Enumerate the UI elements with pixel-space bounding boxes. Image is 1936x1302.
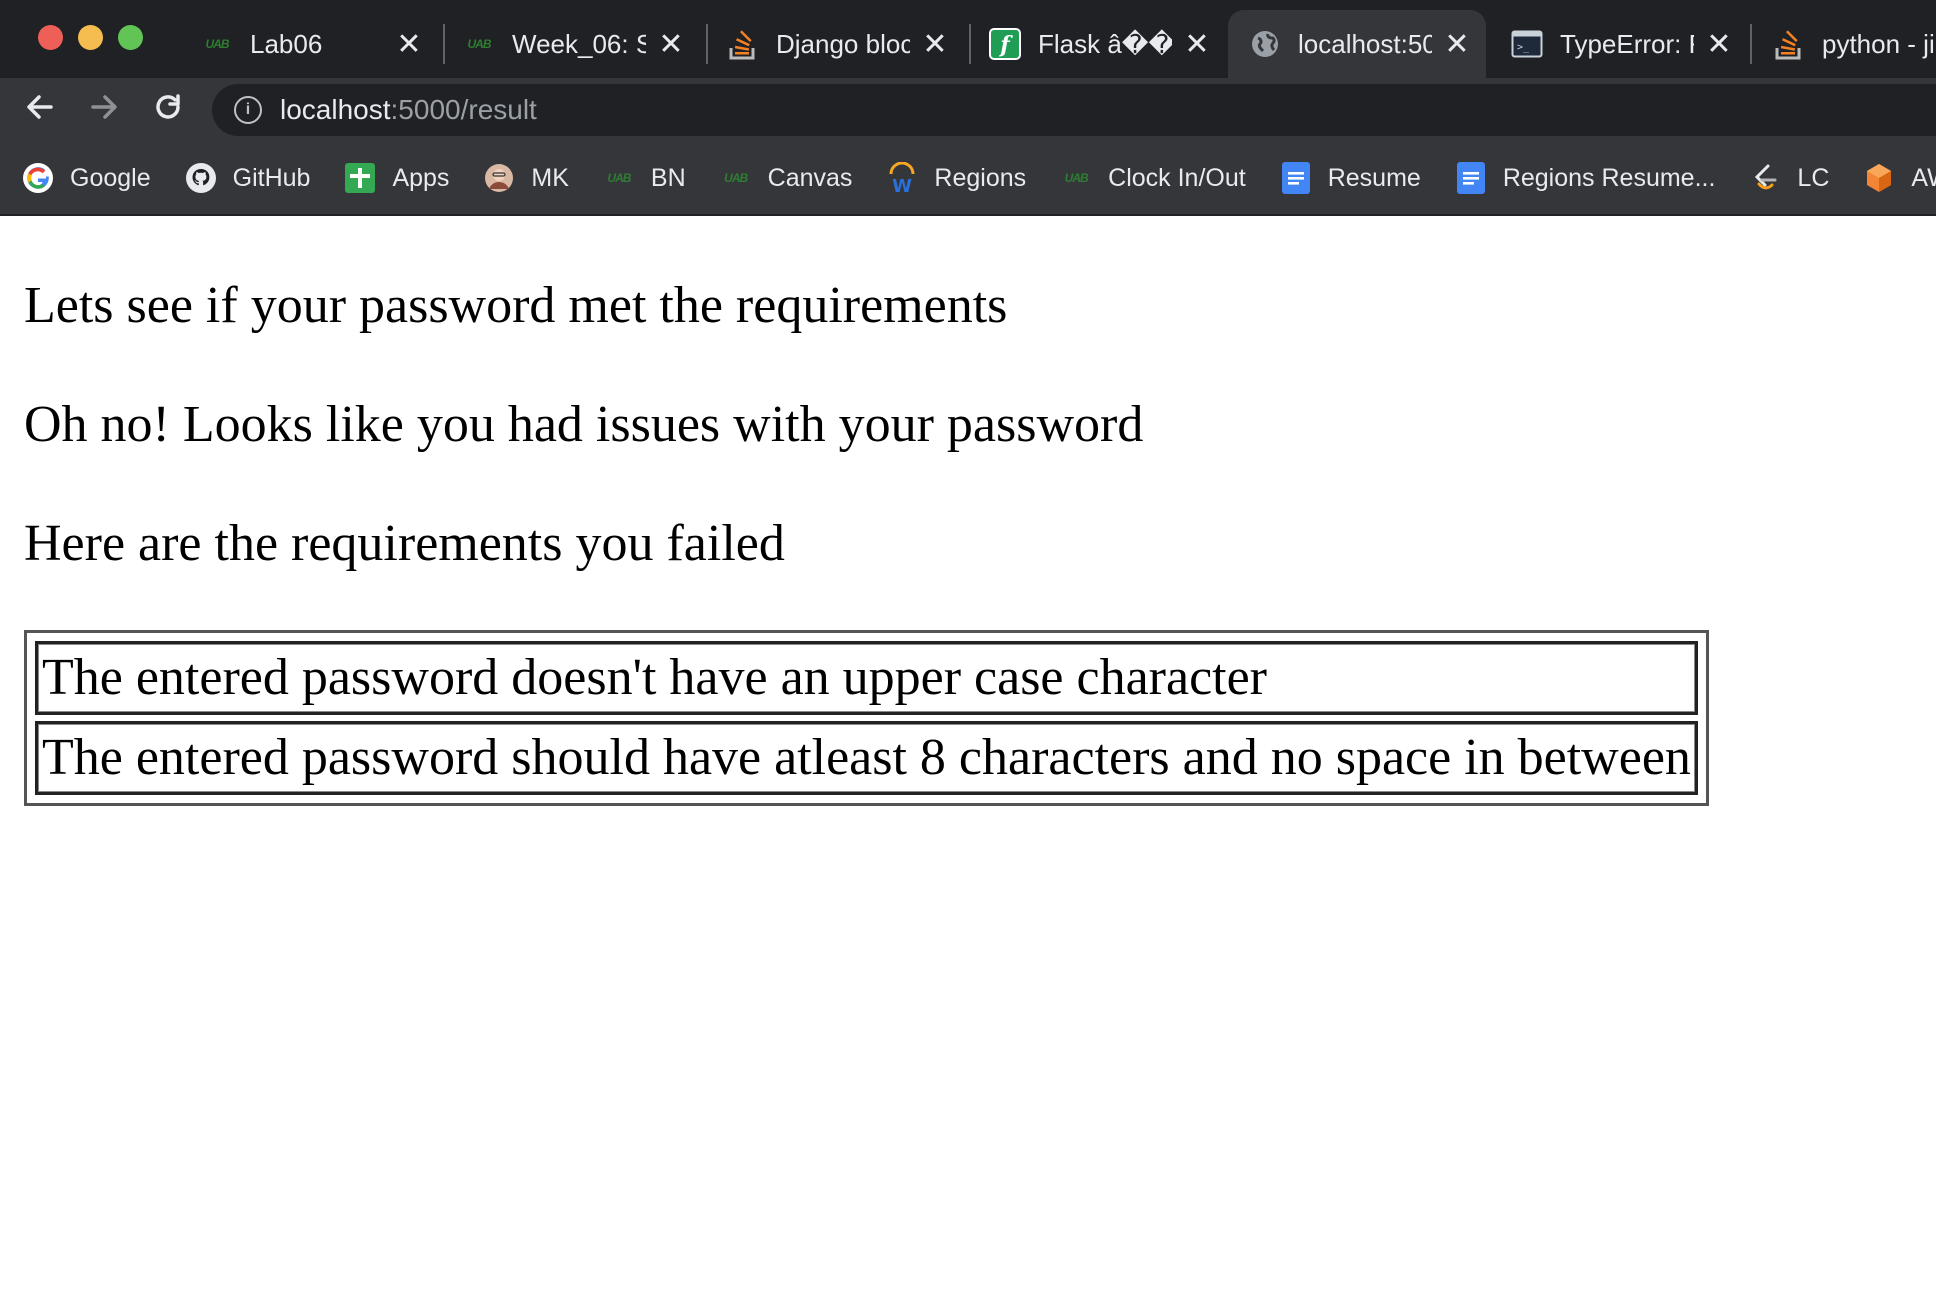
tab-close-icon[interactable]: ✕ <box>920 27 950 62</box>
bookmark-label: AWS <box>1911 163 1936 192</box>
docs-icon <box>1280 162 1312 194</box>
docs-icon <box>1455 162 1487 194</box>
bookmark-apps[interactable]: Apps <box>344 162 449 194</box>
bookmark-label: Google <box>70 163 151 192</box>
bookmark-bn[interactable]: UAB BN <box>603 162 686 194</box>
reload-button[interactable] <box>148 90 188 130</box>
bookmark-label: Apps <box>392 163 450 192</box>
tab-title: Django bloc <box>776 28 910 59</box>
window-controls <box>38 25 143 50</box>
reload-icon <box>156 94 180 119</box>
uab-icon: UAB <box>205 37 230 51</box>
bookmark-canvas[interactable]: UAB Canvas <box>720 162 853 194</box>
issue-heading: Oh no! Looks like you had issues with yo… <box>24 396 1144 453</box>
forward-button[interactable] <box>84 90 124 130</box>
tab-close-icon[interactable]: ✕ <box>656 27 686 62</box>
tab-title: Week_06: S <box>512 28 646 59</box>
workday-icon: W <box>886 162 918 194</box>
bookmarks-bar: Google GitHub Apps MK UAB BN UAB Canvas … <box>0 142 1936 216</box>
uab-icon: UAB <box>1064 171 1089 185</box>
svg-text:>_: >_ <box>1517 42 1530 53</box>
failed-requirement: The entered password should have atleast… <box>35 721 1698 795</box>
terminal-icon: >_ <box>1510 27 1544 61</box>
info-icon[interactable]: i <box>234 96 262 124</box>
bookmark-aws[interactable]: AWS <box>1863 162 1936 194</box>
tab-title: TypeError: F <box>1560 28 1694 59</box>
bookmark-label: Regions <box>934 163 1027 192</box>
window-close-button[interactable] <box>38 25 63 50</box>
bookmark-regions-resume[interactable]: Regions Resume... <box>1455 162 1716 194</box>
tab-django[interactable]: Django bloc ✕ <box>706 10 964 78</box>
bookmark-resume[interactable]: Resume <box>1280 162 1421 194</box>
tab-title: Lab06 <box>250 28 323 59</box>
bookmark-label: Resume <box>1327 163 1421 192</box>
apps-icon <box>344 162 376 194</box>
arrow-right-icon <box>91 95 117 119</box>
tab-lab06[interactable]: UAB Lab06 ✕ <box>180 10 438 78</box>
svg-text:W: W <box>892 176 912 194</box>
failed-requirement: The entered password doesn't have an upp… <box>35 641 1698 715</box>
bookmark-label: Regions Resume... <box>1502 163 1716 192</box>
url-host: localhost <box>280 94 391 125</box>
browser-toolbar: i localhost:5000/result <box>0 78 1936 142</box>
tab-flask[interactable]: f Flask â�� ✕ <box>968 10 1226 78</box>
globe-icon <box>1248 27 1282 61</box>
tab-strip: UAB Lab06 ✕ UAB Week_06: S ✕ Django bloc… <box>0 0 1936 78</box>
tab-title: python - ji <box>1822 28 1935 59</box>
bookmark-label: MK <box>531 163 569 192</box>
tab-python[interactable]: python - ji <box>1752 10 1936 78</box>
uab-icon: UAB <box>607 171 631 185</box>
intro-heading: Lets see if your password met the requir… <box>24 277 1008 334</box>
bookmark-clock-in-out[interactable]: UAB Clock In/Out <box>1060 162 1246 194</box>
failed-requirements-table: The entered password doesn't have an upp… <box>24 630 1709 806</box>
table-row: The entered password should have atleast… <box>35 721 1698 795</box>
bookmark-mk[interactable]: MK <box>483 162 569 194</box>
bookmark-label: LC <box>1797 163 1830 192</box>
bookmark-google[interactable]: Google <box>22 162 151 194</box>
bookmark-regions[interactable]: W Regions <box>886 162 1026 194</box>
uab-icon: UAB <box>724 171 748 185</box>
back-button[interactable] <box>20 90 60 130</box>
stackoverflow-icon <box>726 27 760 61</box>
tab-week06[interactable]: UAB Week_06: S ✕ <box>442 10 700 78</box>
arrow-left-icon <box>27 95 53 119</box>
tab-close-icon[interactable]: ✕ <box>1442 27 1472 62</box>
table-row: The entered password doesn't have an upp… <box>35 641 1698 715</box>
url-path: :5000/result <box>390 94 537 125</box>
tab-close-icon[interactable]: ✕ <box>1704 27 1734 62</box>
bookmark-label: GitHub <box>232 163 311 192</box>
stackoverflow-icon <box>1772 27 1806 61</box>
github-icon <box>185 162 217 194</box>
bookmark-lc[interactable]: LC <box>1749 162 1829 194</box>
aws-icon <box>1863 162 1895 194</box>
bookmark-label: Canvas <box>767 163 853 192</box>
tab-typeerror[interactable]: >_ TypeError: F ✕ <box>1490 10 1748 78</box>
bookmark-label: Clock In/Out <box>1108 163 1246 192</box>
bookmark-label: BN <box>650 163 686 192</box>
tab-title: Flask â�� <box>1038 28 1172 59</box>
tab-close-icon[interactable]: ✕ <box>394 27 424 62</box>
failed-heading: Here are the requirements you failed <box>24 515 785 572</box>
window-minimize-button[interactable] <box>78 25 103 50</box>
avatar-icon <box>483 162 515 194</box>
address-bar[interactable]: i localhost:5000/result <box>212 84 1936 136</box>
flask-icon: f <box>988 27 1022 61</box>
google-icon <box>22 162 54 194</box>
window-maximize-button[interactable] <box>118 25 143 50</box>
tab-localhost-active[interactable]: localhost:50 ✕ <box>1228 10 1486 78</box>
bookmark-github[interactable]: GitHub <box>185 162 311 194</box>
tab-close-icon[interactable]: ✕ <box>1182 27 1212 62</box>
leetcode-icon <box>1749 162 1781 194</box>
tab-title: localhost:50 <box>1298 28 1432 59</box>
page-content: Lets see if your password met the requir… <box>0 216 1936 806</box>
uab-icon: UAB <box>467 37 492 51</box>
